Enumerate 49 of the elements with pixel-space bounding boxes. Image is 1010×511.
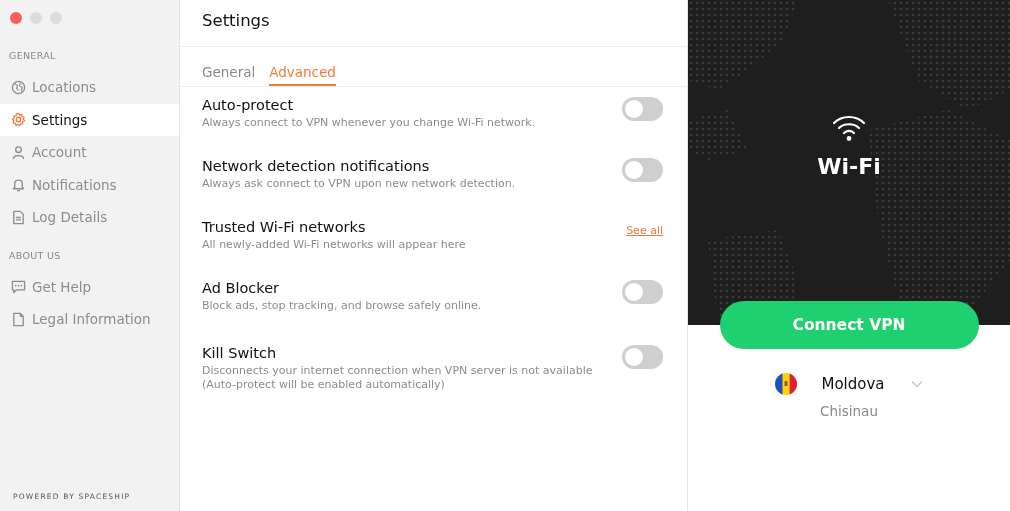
globe-icon — [11, 79, 26, 95]
setting-description: Always connect to VPN whenever you change Wi-Fi network. — [202, 116, 536, 130]
flag-icon — [775, 373, 798, 395]
toggle-switch[interactable] — [622, 158, 663, 182]
toggle-switch[interactable] — [622, 345, 663, 369]
sidebar-label: Legal Information — [32, 311, 151, 328]
sidebar-label: Get Help — [32, 278, 92, 295]
setting-title: Auto-protect — [202, 97, 295, 113]
setting-description: All newly-added Wi-Fi networks will appear here — [202, 238, 466, 252]
sidebar-label: Settings — [32, 111, 88, 128]
chat-icon — [11, 279, 26, 295]
setting-title: Ad Blocker — [202, 280, 281, 296]
sidebar-item[interactable]: Log Details — [0, 201, 179, 234]
sidebar-label: Notifications — [32, 176, 117, 193]
network-name: Wi-Fi — [817, 154, 881, 179]
bell-icon — [11, 177, 26, 193]
connect-button[interactable]: Connect VPN — [719, 301, 979, 349]
close-button[interactable] — [10, 12, 22, 24]
section-heading: GENERAL — [8, 50, 57, 61]
chevron-down-icon[interactable] — [910, 380, 923, 388]
setting-description: Block ads, stop tracking, and browse safely online. — [202, 299, 482, 313]
sidebar-label: Locations — [32, 79, 97, 96]
tab[interactable]: General — [202, 47, 256, 86]
section-heading: ABOUT US — [8, 249, 62, 261]
settings-icon — [11, 112, 26, 128]
toggle-switch[interactable] — [622, 280, 663, 304]
setting-description: Always ask connect to VPN upon new network detection. — [202, 177, 516, 191]
sidebar-item[interactable]: Locations — [0, 71, 179, 104]
tab[interactable]: Advanced — [269, 47, 336, 86]
document-icon — [11, 209, 26, 225]
sidebar-item[interactable]: Legal Information — [0, 303, 179, 336]
setting-description: Disconnects your internet connection when VPN server is not available (Auto-protect will be enabled automatically) — [202, 364, 594, 392]
page-title: Settings — [180, 0, 687, 47]
sidebar-label: Account — [32, 144, 87, 161]
country-name[interactable]: Moldova — [821, 375, 885, 393]
sidebar-item[interactable]: Notifications — [0, 168, 179, 201]
sidebar-item[interactable]: Get Help — [0, 270, 179, 303]
setting-title: Network detection notifications — [202, 158, 431, 174]
setting-title: Trusted Wi-Fi networks — [202, 219, 367, 235]
setting-title: Kill Switch — [202, 345, 278, 361]
sidebar-item[interactable]: Account — [0, 136, 179, 169]
wifi-icon — [832, 114, 866, 142]
sidebar-label: Log Details — [32, 209, 108, 226]
see-all-link[interactable]: See all — [626, 224, 663, 237]
city-name: Chisinau — [820, 403, 878, 419]
person-icon — [11, 144, 26, 160]
page-icon — [11, 311, 26, 327]
sidebar-item[interactable]: Settings — [0, 103, 179, 136]
toggle-switch[interactable] — [622, 97, 663, 121]
